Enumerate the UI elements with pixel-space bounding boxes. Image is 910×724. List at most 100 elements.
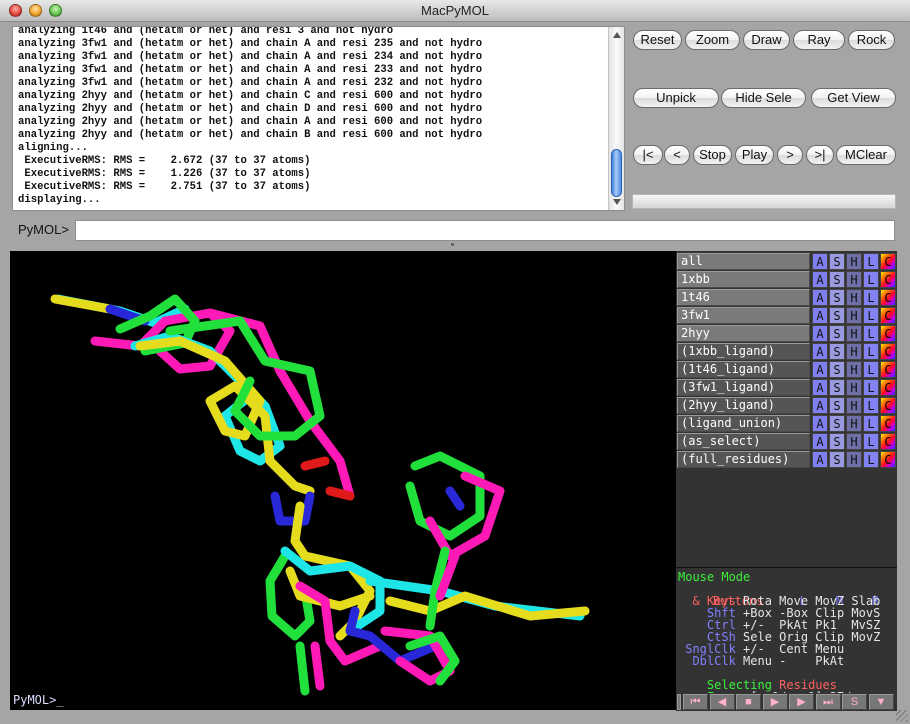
color-menu-button[interactable]: C [880,253,896,270]
scene-icon[interactable]: S [842,694,867,710]
action-menu-button[interactable]: A [812,325,828,342]
scroll-thumb[interactable] [611,149,622,197]
action-menu-button[interactable]: A [812,271,828,288]
get-view-button[interactable]: Get View [811,88,896,108]
show-menu-button[interactable]: S [829,451,845,468]
label-menu-button[interactable]: L [863,361,879,378]
hide-sele-button[interactable]: Hide Sele [721,88,806,108]
next-frame-button[interactable]: > [777,145,803,165]
object-name[interactable]: 1xbb [677,271,810,288]
hide-menu-button[interactable]: H [846,325,862,342]
label-menu-button[interactable]: L [863,253,879,270]
hide-menu-button[interactable]: H [846,379,862,396]
stop-icon[interactable]: ■ [736,694,761,710]
color-menu-button[interactable]: C [880,289,896,306]
hide-menu-button[interactable]: H [846,397,862,414]
object-name[interactable]: (ligand_union) [677,415,810,432]
show-menu-button[interactable]: S [829,433,845,450]
hide-menu-button[interactable]: H [846,433,862,450]
action-menu-button[interactable]: A [812,433,828,450]
color-menu-button[interactable]: C [880,325,896,342]
scroll-up-arrow-icon[interactable] [613,32,621,38]
object-name[interactable]: 1t46 [677,289,810,306]
reset-button[interactable]: Reset [633,30,682,50]
object-name[interactable]: (full_residues) [677,451,810,468]
scroll-down-arrow-icon[interactable] [613,199,621,205]
play-icon[interactable]: ▶ [762,694,788,710]
label-menu-button[interactable]: L [863,343,879,360]
rock-button[interactable]: Rock [848,30,895,50]
action-menu-button[interactable]: A [812,415,828,432]
action-menu-button[interactable]: A [812,289,828,306]
show-menu-button[interactable]: S [829,289,845,306]
show-menu-button[interactable]: S [829,361,845,378]
last-frame-button[interactable]: >| [806,145,834,165]
color-menu-button[interactable]: C [880,397,896,414]
command-input[interactable] [75,220,895,241]
object-name[interactable]: (3fw1_ligand) [677,379,810,396]
color-menu-button[interactable]: C [880,451,896,468]
label-menu-button[interactable]: L [863,451,879,468]
back-icon[interactable]: ◀ [709,694,735,710]
object-name[interactable]: (as_select) [677,433,810,450]
object-name[interactable]: 2hyy [677,325,810,342]
hide-menu-button[interactable]: H [846,343,862,360]
show-menu-button[interactable]: S [829,271,845,288]
hide-menu-button[interactable]: H [846,361,862,378]
color-menu-button[interactable]: C [880,271,896,288]
show-menu-button[interactable]: S [829,415,845,432]
first-frame-button[interactable]: |< [633,145,663,165]
action-menu-button[interactable]: A [812,253,828,270]
action-menu-button[interactable]: A [812,451,828,468]
object-name[interactable]: (1t46_ligand) [677,361,810,378]
label-menu-button[interactable]: L [863,307,879,324]
controls-grip[interactable] [677,694,681,710]
hide-menu-button[interactable]: H [846,289,862,306]
color-menu-button[interactable]: C [880,361,896,378]
hide-menu-button[interactable]: H [846,307,862,324]
label-menu-button[interactable]: L [863,433,879,450]
stop-button[interactable]: Stop [693,145,732,165]
color-menu-button[interactable]: C [880,433,896,450]
molecular-viewport[interactable]: PyMOL>_ [10,251,676,710]
action-menu-button[interactable]: A [812,343,828,360]
color-menu-button[interactable]: C [880,415,896,432]
end-icon[interactable]: ⏭ [815,694,841,710]
show-menu-button[interactable]: S [829,307,845,324]
color-menu-button[interactable]: C [880,307,896,324]
hide-menu-button[interactable]: H [846,271,862,288]
show-menu-button[interactable]: S [829,325,845,342]
object-name[interactable]: (2hyy_ligand) [677,397,810,414]
mclear-button[interactable]: MClear [836,145,896,165]
action-menu-button[interactable]: A [812,379,828,396]
ray-button[interactable]: Ray [793,30,845,50]
play-button[interactable]: Play [735,145,774,165]
show-menu-button[interactable]: S [829,379,845,396]
hide-menu-button[interactable]: H [846,253,862,270]
show-menu-button[interactable]: S [829,343,845,360]
label-menu-button[interactable]: L [863,325,879,342]
action-menu-button[interactable]: A [812,397,828,414]
object-name[interactable]: 3fw1 [677,307,810,324]
log-scrollbar[interactable] [608,27,624,210]
splitter-grip[interactable] [451,243,454,246]
action-menu-button[interactable]: A [812,307,828,324]
action-menu-button[interactable]: A [812,361,828,378]
rewind-icon[interactable]: ⏮ [683,694,708,710]
label-menu-button[interactable]: L [863,397,879,414]
menu-icon[interactable]: ▼ [868,694,894,710]
color-menu-button[interactable]: C [880,379,896,396]
label-menu-button[interactable]: L [863,289,879,306]
window-resize-handle[interactable] [896,710,908,722]
color-menu-button[interactable]: C [880,343,896,360]
show-menu-button[interactable]: S [829,397,845,414]
forward-icon[interactable]: ▶ [789,694,814,710]
object-name[interactable]: all [677,253,810,270]
label-menu-button[interactable]: L [863,379,879,396]
hide-menu-button[interactable]: H [846,415,862,432]
zoom-button[interactable]: Zoom [685,30,740,50]
unpick-button[interactable]: Unpick [633,88,719,108]
label-menu-button[interactable]: L [863,415,879,432]
hide-menu-button[interactable]: H [846,451,862,468]
prev-frame-button[interactable]: < [664,145,690,165]
